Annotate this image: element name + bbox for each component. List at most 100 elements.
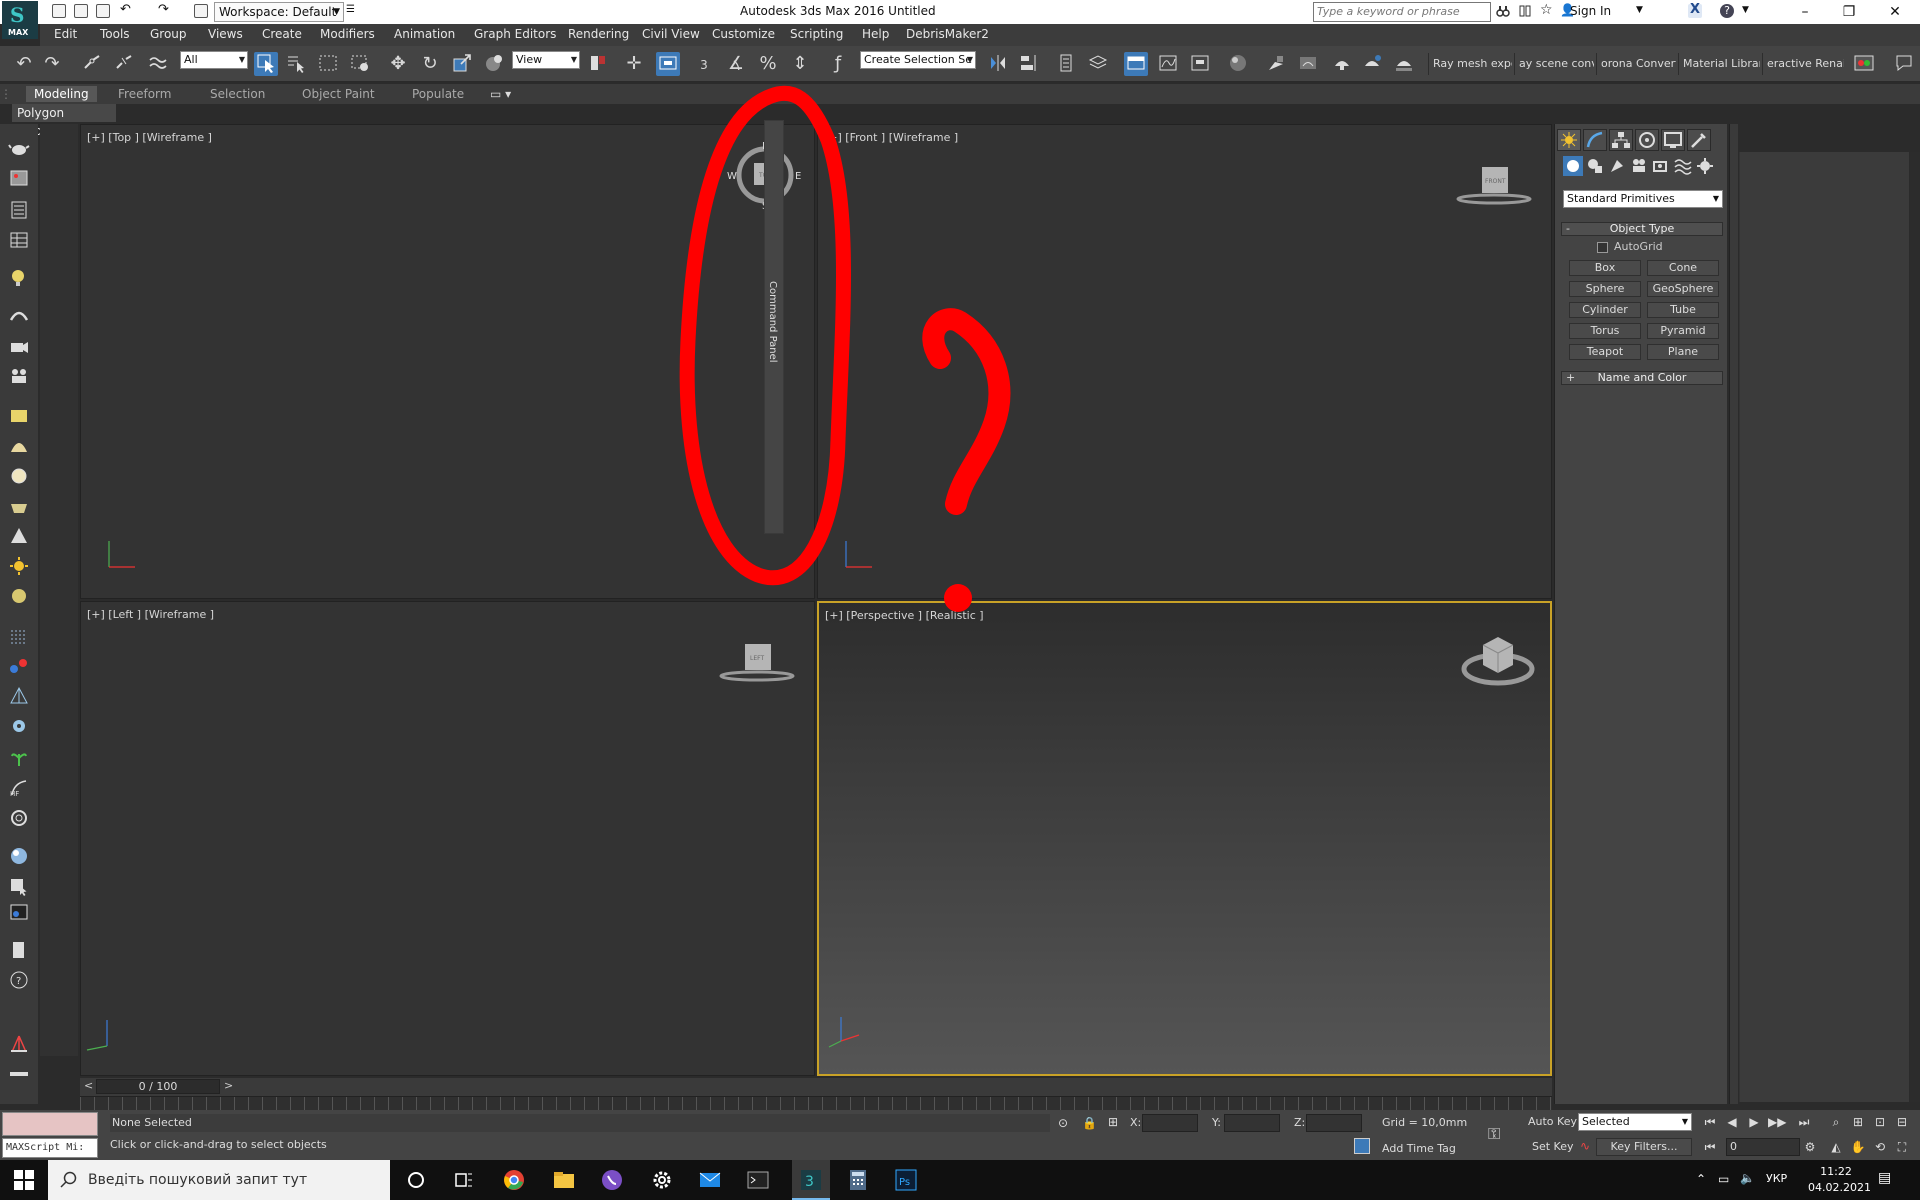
- field-of-view-icon[interactable]: ◭: [1828, 1139, 1844, 1155]
- undo-icon[interactable]: ↶: [120, 3, 134, 18]
- undo-icon[interactable]: ↶: [12, 52, 36, 76]
- chevron-down-icon[interactable]: ▼: [1742, 4, 1756, 18]
- menu-edit[interactable]: Edit: [54, 27, 77, 41]
- zoom-extents-all-icon[interactable]: ⊟: [1894, 1114, 1910, 1130]
- add-time-tag-button[interactable]: Add Time Tag: [1382, 1142, 1456, 1155]
- sphere-icon[interactable]: [8, 466, 30, 486]
- render-production-icon[interactable]: [1330, 52, 1354, 76]
- ribbon-tab-selection[interactable]: Selection: [210, 86, 265, 102]
- geosphere-button[interactable]: GeoSphere: [1647, 281, 1719, 297]
- curve-editor-icon[interactable]: [1156, 52, 1180, 76]
- zoom-all-icon[interactable]: ⊞: [1850, 1114, 1866, 1130]
- plane-button[interactable]: Plane: [1647, 344, 1719, 360]
- save-file-icon[interactable]: [96, 4, 110, 18]
- ribbon-options-icon[interactable]: ▭ ▾: [490, 86, 511, 102]
- corona-convert-button[interactable]: orona Convert: [1596, 53, 1676, 75]
- settings-gear-icon[interactable]: [650, 1168, 674, 1192]
- molecule-icon[interactable]: [8, 656, 30, 676]
- polygon-modeling-panel[interactable]: Polygon Modeling: [12, 104, 116, 138]
- material-library-button[interactable]: Material Library: [1678, 53, 1760, 75]
- pyramid-button[interactable]: Pyramid: [1647, 323, 1719, 339]
- cone-icon[interactable]: [8, 526, 30, 546]
- windows-search-input[interactable]: Введіть пошуковий запит тут: [48, 1160, 390, 1200]
- tripod-icon[interactable]: [8, 1034, 30, 1054]
- calculator-icon[interactable]: [846, 1168, 870, 1192]
- app-menu-button[interactable]: S MAX: [2, 1, 38, 39]
- cylinder-button[interactable]: Cylinder: [1569, 302, 1641, 318]
- name-and-color-rollout-header[interactable]: + Name and Color: [1561, 371, 1723, 385]
- viewport-top[interactable]: [+] [Top ] [Wireframe ] TOP N S E W: [80, 124, 815, 599]
- motion-tab-icon[interactable]: [1635, 129, 1659, 151]
- cameras-category-icon[interactable]: [1629, 156, 1649, 176]
- menu-rendering[interactable]: Rendering: [568, 27, 629, 41]
- set-key-button[interactable]: Set Key: [1532, 1140, 1574, 1153]
- plant-icon[interactable]: [8, 748, 30, 768]
- viewport-front-label[interactable]: [+] [Front ] [Wireframe ]: [824, 131, 958, 144]
- ribbon-tab-freeform[interactable]: Freeform: [118, 86, 171, 102]
- list-panel-icon[interactable]: [8, 200, 30, 220]
- track-bar[interactable]: [80, 1096, 1552, 1110]
- restore-button[interactable]: ❐: [1826, 1, 1872, 23]
- time-tag-icon[interactable]: [1354, 1138, 1370, 1154]
- isolate-selection-icon[interactable]: ⊙: [1058, 1116, 1068, 1130]
- lights-category-icon[interactable]: [1607, 156, 1627, 176]
- x-coord-field[interactable]: [1142, 1114, 1198, 1132]
- redo-icon[interactable]: ↷: [158, 3, 172, 18]
- task-view-icon[interactable]: [452, 1168, 476, 1192]
- torus-button[interactable]: Torus: [1569, 323, 1641, 339]
- dome-icon[interactable]: [8, 436, 30, 456]
- viewport-top-label[interactable]: [+] [Top ] [Wireframe ]: [87, 131, 212, 144]
- image-plane-icon[interactable]: [8, 168, 30, 188]
- toggle-ribbon-icon[interactable]: [1124, 52, 1148, 76]
- viewport-left[interactable]: [+] [Left ] [Wireframe ] LEFT: [80, 601, 815, 1076]
- place-icon[interactable]: [482, 52, 506, 76]
- zoom-extents-icon[interactable]: ⊡: [1872, 1114, 1888, 1130]
- communication-center-icon[interactable]: [1518, 4, 1532, 18]
- time-next-button[interactable]: >: [224, 1079, 233, 1092]
- autogrid-checkbox[interactable]: AutoGrid: [1597, 240, 1663, 253]
- floating-command-panel-strip[interactable]: Command Panel: [764, 120, 784, 534]
- favorites-star-icon[interactable]: ☆: [1540, 3, 1554, 18]
- command-panel-scroll-strip[interactable]: [1729, 124, 1738, 1104]
- select-manipulate-icon[interactable]: ✛: [622, 52, 646, 76]
- keyboard-shortcut-override-icon[interactable]: [656, 52, 680, 76]
- image-select-icon[interactable]: [8, 876, 30, 896]
- edit-named-selection-icon[interactable]: ƒ: [826, 52, 850, 76]
- systems-category-icon[interactable]: [1695, 156, 1715, 176]
- tray-overflow-icon[interactable]: ⌃: [1696, 1172, 1706, 1186]
- viewcube-front[interactable]: FRONT: [1454, 161, 1534, 211]
- key-filters-button[interactable]: Key Filters...: [1596, 1138, 1692, 1156]
- time-slider[interactable]: < 0 / 100 >: [80, 1078, 1552, 1096]
- selection-filter-dropdown[interactable]: All ▼: [180, 51, 248, 69]
- geometry-category-icon[interactable]: [1563, 156, 1583, 176]
- redo-icon[interactable]: ↷: [40, 52, 64, 76]
- help-circle-icon[interactable]: ?: [8, 970, 30, 990]
- chevron-down-icon[interactable]: ▼: [1636, 4, 1650, 18]
- z-coord-field[interactable]: [1306, 1114, 1362, 1132]
- space-warps-category-icon[interactable]: [1673, 156, 1693, 176]
- camera-icon[interactable]: [8, 336, 30, 356]
- viewport-perspective[interactable]: [+] [Perspective ] [Realistic ]: [817, 601, 1552, 1076]
- maximize-viewport-icon[interactable]: ⛶: [1894, 1139, 1910, 1155]
- zoom-icon[interactable]: ⌕: [1828, 1114, 1844, 1130]
- maxscript-output[interactable]: [2, 1112, 98, 1136]
- hair-fur-icon[interactable]: HF: [8, 778, 30, 798]
- viewcube-left[interactable]: LEFT: [717, 638, 797, 688]
- move-icon[interactable]: ✥: [386, 52, 410, 76]
- rotate-icon[interactable]: ↻: [418, 52, 442, 76]
- percent-snap-icon[interactable]: %: [756, 52, 780, 76]
- plane-object-icon[interactable]: [8, 406, 30, 426]
- grid-panel-icon[interactable]: [8, 230, 30, 250]
- sign-in-button[interactable]: Sign In: [1570, 4, 1611, 18]
- clock[interactable]: 11:22 04.02.2021: [1808, 1164, 1871, 1196]
- windows-start-icon[interactable]: [14, 1170, 34, 1190]
- cone-button[interactable]: Cone: [1647, 260, 1719, 276]
- y-coord-field[interactable]: [1224, 1114, 1280, 1132]
- projector-icon[interactable]: [8, 366, 30, 386]
- toggle-scene-explorer-icon[interactable]: [1054, 52, 1078, 76]
- menu-views[interactable]: Views: [208, 27, 243, 41]
- ribbon-grip-icon[interactable]: ⋮: [0, 86, 20, 102]
- ribbon-tab-populate[interactable]: Populate: [412, 86, 464, 102]
- bind-space-warp-icon[interactable]: [146, 52, 170, 76]
- viewport-perspective-label[interactable]: [+] [Perspective ] [Realistic ]: [825, 609, 984, 622]
